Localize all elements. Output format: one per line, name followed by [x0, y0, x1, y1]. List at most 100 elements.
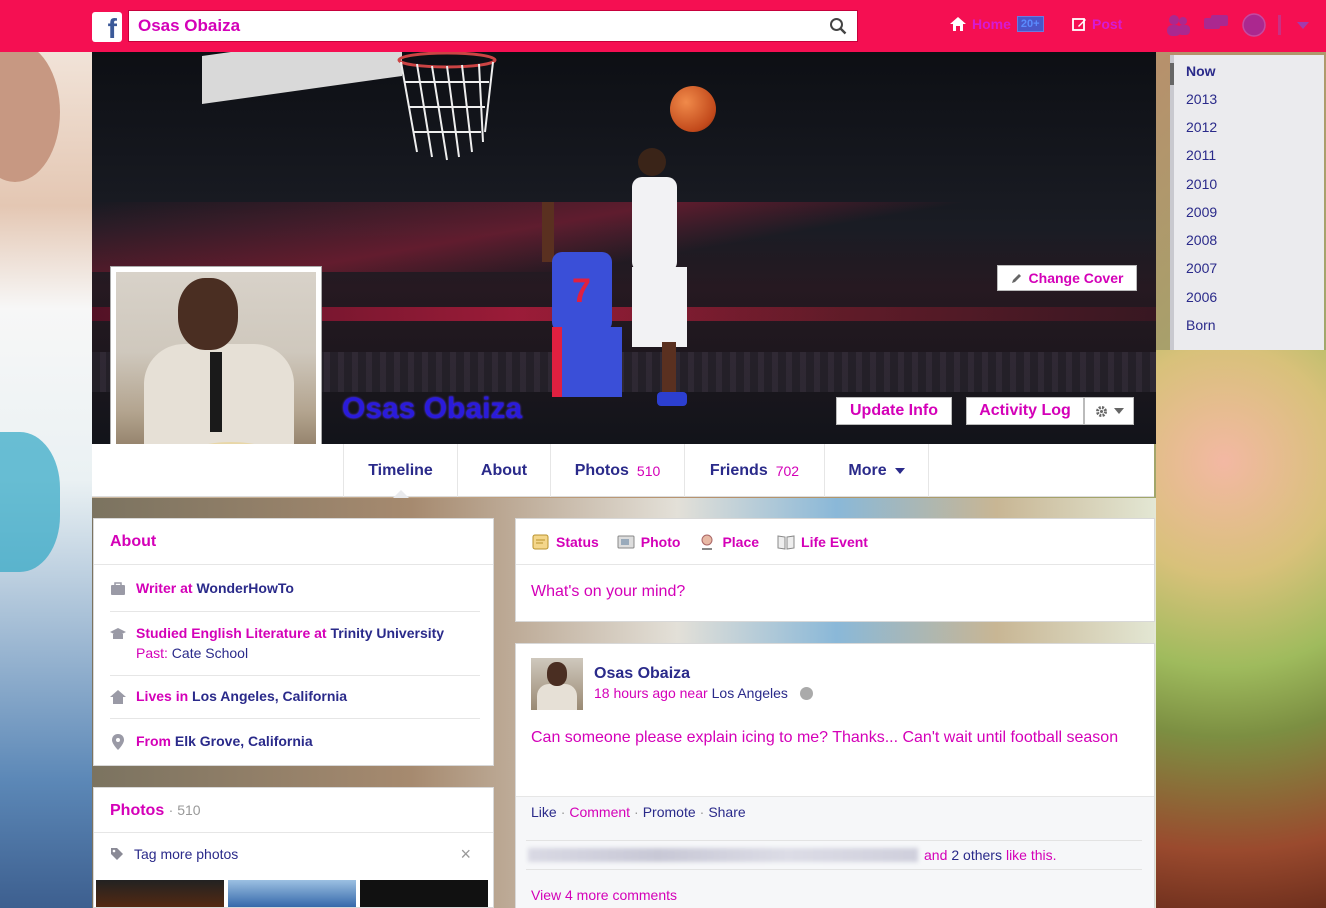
post-author-avatar[interactable] — [531, 658, 583, 710]
share-link[interactable]: Share — [708, 804, 745, 820]
close-icon[interactable]: × — [460, 844, 471, 865]
tab-timeline[interactable]: Timeline — [343, 444, 457, 498]
about-from-prefix: From — [136, 733, 171, 749]
home-link[interactable]: Home 20+ — [950, 16, 1044, 32]
about-lives-row: Lives in Los Angeles, California — [110, 688, 480, 705]
about-work-row: Writer at WonderHowTo — [110, 580, 480, 597]
photos-count: · 510 — [168, 802, 201, 818]
year-link[interactable]: 2007 — [1186, 260, 1217, 276]
likes-others-link[interactable]: 2 others — [951, 847, 1002, 863]
post-label: Post — [1092, 16, 1123, 32]
about-work-prefix: Writer at — [136, 580, 193, 596]
post-location-link[interactable]: Los Angeles — [712, 685, 788, 701]
tab-about[interactable]: About — [457, 444, 550, 497]
year-link-born[interactable]: Born — [1186, 317, 1216, 333]
timeline-years-nav: Now 2013 2012 2011 2010 2009 2008 2007 2… — [1170, 55, 1324, 350]
background-photo-left — [0, 42, 92, 908]
composer-tab-photo[interactable]: Photo — [617, 533, 681, 551]
post-actions: Like · Comment · Promote · Share — [531, 804, 746, 820]
photo-thumbnail[interactable] — [360, 880, 488, 907]
book-icon — [777, 534, 795, 550]
year-link[interactable]: 2006 — [1186, 289, 1217, 305]
about-from-link[interactable]: Elk Grove, California — [175, 733, 313, 749]
about-box: About Writer at WonderHowTo Studied Engl… — [93, 518, 494, 766]
facebook-logo-icon[interactable]: f — [92, 12, 122, 42]
settings-dropdown-button[interactable] — [1084, 397, 1134, 425]
promote-link[interactable]: Promote — [643, 804, 696, 820]
tab-friends[interactable]: Friends 702 — [684, 444, 824, 497]
year-link[interactable]: 2009 — [1186, 204, 1217, 220]
search-input[interactable]: Osas Obaiza — [128, 10, 858, 42]
like-link[interactable]: Like — [531, 804, 557, 820]
activity-log-button[interactable]: Activity Log — [966, 397, 1084, 425]
friend-requests-icon[interactable] — [1164, 12, 1192, 38]
tab-more[interactable]: More — [824, 444, 929, 497]
timeline-post: Osas Obaiza 18 hours ago near Los Angele… — [515, 643, 1155, 908]
chevron-down-icon — [894, 467, 905, 474]
notification-jewels — [1164, 12, 1309, 38]
svg-text:7: 7 — [572, 272, 591, 310]
about-past-link[interactable]: Cate School — [172, 645, 248, 661]
basketball — [670, 86, 716, 132]
year-link[interactable]: 2011 — [1186, 147, 1216, 163]
tab-label: Photos — [574, 461, 629, 479]
photos-title[interactable]: Photos — [110, 802, 164, 819]
separator: · — [699, 804, 705, 820]
about-education-link[interactable]: Trinity University — [330, 625, 444, 641]
photo-thumbnail[interactable] — [228, 880, 356, 907]
tab-label: Timeline — [368, 461, 433, 479]
tab-photos[interactable]: Photos 510 — [550, 444, 684, 497]
composer-tab-label: Photo — [640, 533, 681, 550]
comment-link[interactable]: Comment — [569, 804, 630, 820]
composer-tab-label: Life Event — [801, 533, 868, 550]
tab-label: About — [480, 461, 528, 479]
tag-more-photos-link[interactable]: Tag more photos — [110, 846, 238, 862]
about-past-prefix: Past: — [136, 645, 168, 661]
view-more-comments-link[interactable]: View 4 more comments — [531, 887, 677, 903]
player-white — [632, 148, 687, 406]
graduation-cap-icon — [110, 628, 126, 639]
post-link[interactable]: Post — [1072, 16, 1122, 32]
home-count-badge: 20+ — [1016, 16, 1044, 32]
likes-summary: and 2 others like this. — [526, 840, 1142, 870]
about-title[interactable]: About — [94, 519, 493, 565]
background-photo-right — [1156, 350, 1326, 908]
update-info-button[interactable]: Update Info — [836, 397, 952, 425]
year-link[interactable]: 2010 — [1186, 176, 1217, 192]
about-education-prefix: Studied English Literature at — [136, 625, 327, 641]
about-work-link[interactable]: WonderHowTo — [196, 580, 293, 596]
post-meta: 18 hours ago near Los Angeles — [594, 685, 813, 701]
year-link[interactable]: 2008 — [1186, 232, 1217, 248]
change-cover-button[interactable]: Change Cover — [997, 265, 1137, 291]
photo-thumbnail[interactable] — [96, 880, 224, 907]
composer-tab-life-event[interactable]: Life Event — [777, 533, 868, 551]
status-input[interactable]: What's on your mind? — [516, 565, 1154, 619]
likes-suffix: like this. — [1005, 847, 1057, 863]
composer-tab-status[interactable]: Status — [532, 533, 599, 551]
about-lives-link[interactable]: Los Angeles, California — [192, 688, 347, 704]
pencil-icon — [1011, 274, 1021, 283]
post-timestamp[interactable]: 18 hours ago near — [594, 685, 708, 701]
cover-profile-name[interactable]: Osas Obaiza — [342, 392, 522, 426]
briefcase-icon — [111, 582, 125, 595]
post-author-name[interactable]: Osas Obaiza — [594, 665, 690, 683]
blurred-names — [528, 848, 918, 862]
photos-header: Photos · 510 — [94, 788, 493, 833]
year-link[interactable]: 2013 — [1186, 91, 1217, 107]
tab-count: 510 — [636, 462, 661, 479]
separator: · — [560, 804, 566, 820]
globe-icon[interactable] — [799, 686, 813, 700]
composer-tab-place[interactable]: Place — [698, 533, 759, 551]
account-menu-chevron-down-icon[interactable] — [1297, 21, 1309, 29]
place-pin-icon — [701, 534, 713, 550]
profile-tab-strip: Timeline About Photos 510 Friends 702 Mo… — [92, 444, 1154, 498]
search-icon[interactable] — [829, 17, 847, 35]
about-lives-prefix: Lives in — [136, 688, 189, 704]
year-link-now[interactable]: Now — [1186, 63, 1216, 79]
year-link[interactable]: 2012 — [1186, 119, 1217, 135]
messages-icon[interactable] — [1202, 12, 1230, 38]
divider-icon — [1278, 15, 1281, 35]
tab-label: Friends — [709, 461, 768, 479]
notifications-globe-icon[interactable] — [1240, 12, 1268, 38]
home-label: Home — [972, 16, 1011, 32]
